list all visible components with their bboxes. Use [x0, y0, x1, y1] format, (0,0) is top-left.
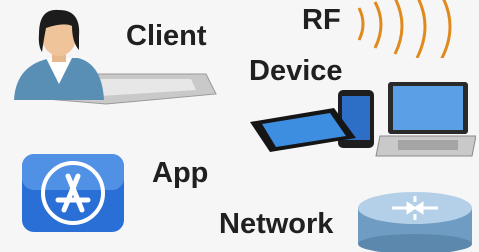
network-label: Network	[219, 208, 334, 240]
radio-waves-icon	[357, 0, 452, 58]
rf-label: RF	[302, 4, 341, 36]
app-store-icon	[22, 154, 124, 232]
router-icon	[358, 192, 472, 252]
app-label: App	[152, 157, 209, 189]
tablet-phone-laptop-icon	[250, 82, 476, 157]
diagram-canvas: Client RF Device App Network	[0, 0, 479, 252]
client-label: Client	[126, 20, 207, 52]
